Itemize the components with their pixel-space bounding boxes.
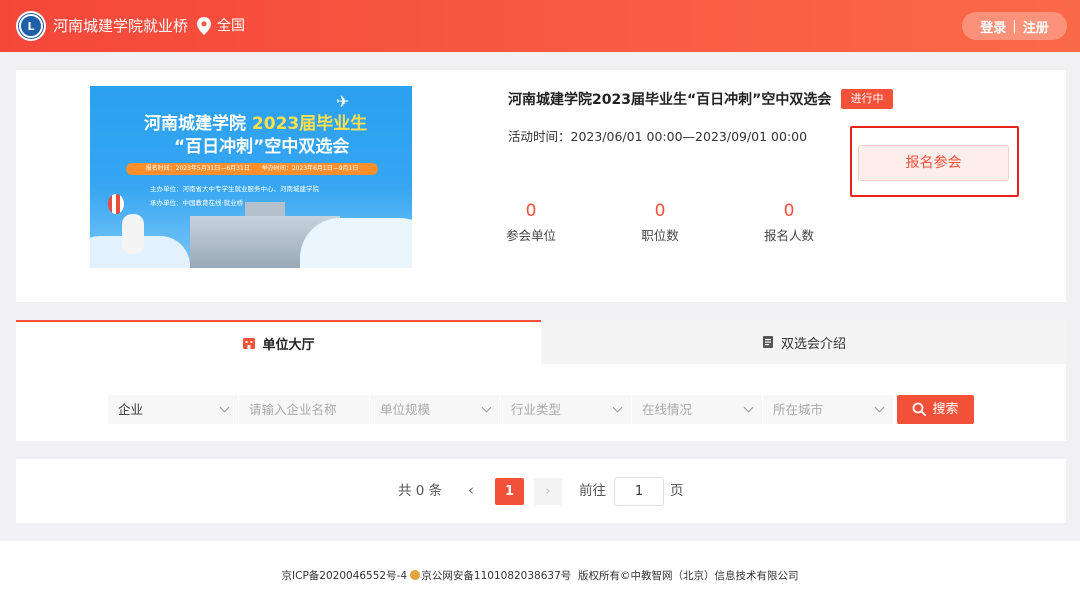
status-badge: 进行中	[841, 89, 893, 109]
stat-label: 职位数	[641, 228, 679, 243]
stat-positions: 0 职位数	[625, 200, 695, 245]
goto-label: 前往	[579, 483, 606, 499]
online-status-select[interactable]: 在线情况	[632, 395, 763, 424]
pagination-panel: 共 0 条 ‹ 1 › 前往 页	[16, 459, 1066, 523]
city-placeholder: 所在城市	[773, 402, 824, 417]
search-label: 搜索	[932, 402, 959, 417]
unit-type-select[interactable]: 企业	[108, 395, 239, 424]
tab-bar: 单位大厅 双选会介绍	[16, 320, 1066, 364]
site-title[interactable]: 河南城建学院就业桥	[53, 16, 188, 36]
building-icon	[243, 338, 256, 349]
top-navigation-bar: L 河南城建学院就业桥 全国 登录 | 注册	[0, 0, 1080, 52]
company-scale-select[interactable]: 单位规模	[370, 395, 501, 424]
banner-cloud	[300, 218, 412, 268]
document-icon	[762, 336, 773, 348]
banner-balloon-icon	[108, 194, 124, 214]
company-scale-placeholder: 单位规模	[380, 402, 431, 417]
banner-organizer: 承办单位：中国教育在线·就业桥	[150, 199, 244, 207]
chevron-down-icon	[481, 402, 492, 413]
chevron-down-icon	[874, 402, 885, 413]
search-icon	[913, 402, 927, 416]
icp-link[interactable]: 京ICP备2020046552号-4	[282, 570, 408, 582]
stat-label: 参会单位	[505, 228, 556, 243]
current-page-button[interactable]: 1	[495, 478, 524, 505]
footer: 京ICP备2020046552号-4 京公网安备11010820386​37号 …	[0, 541, 1080, 593]
event-title: 河南城建学院2023届毕业生“百日冲刺”空中双选会	[508, 92, 832, 108]
stat-value: 0	[654, 201, 666, 221]
auth-separator: |	[1012, 18, 1017, 34]
banner-dates: 报名时间：2023年5月31日—6月31日 举办时间：2023年6月1日—9月1…	[126, 163, 378, 175]
police-badge-icon	[410, 570, 421, 580]
stat-value: 0	[783, 201, 795, 221]
chevron-down-icon	[219, 402, 230, 413]
banner-school-name: 河南城建学院	[144, 114, 246, 134]
city-select[interactable]: 所在城市	[763, 395, 894, 424]
location-pin-icon[interactable]	[197, 17, 211, 35]
footer-text: 京ICP备2020046552号-4 京公网安备11010820386​37号 …	[0, 569, 1080, 583]
banner-bird-icon: ✈	[336, 92, 350, 111]
industry-type-placeholder: 行业类型	[511, 402, 562, 417]
tab-label: 双选会介绍	[780, 336, 846, 352]
chevron-down-icon	[612, 402, 623, 413]
copyright-text: 版权所有©中教智网（北京）信息技术有限公司	[577, 570, 799, 582]
banner-title-line1: 河南城建学院 2023届毕业生	[144, 113, 374, 135]
search-button[interactable]: 搜索	[897, 395, 974, 424]
location-selector[interactable]: 全国	[217, 16, 245, 36]
event-banner-image[interactable]: ✈ 河南城建学院 2023届毕业生 “百日冲刺”空中双选会 报名时间：2023年…	[90, 86, 412, 268]
goto-page-input[interactable]	[614, 477, 664, 506]
stat-value: 0	[525, 201, 537, 221]
login-link[interactable]: 登录	[980, 17, 1006, 36]
auth-links: 登录 | 注册	[962, 12, 1067, 40]
filter-panel: 企业 请输入企业名称 单位规模 行业类型 在线情况 所在城市 搜索	[16, 364, 1066, 441]
police-record-link[interactable]: 京公网安备11010820386​37号	[421, 570, 571, 582]
school-logo[interactable]: L	[16, 11, 46, 41]
company-name-input[interactable]: 请输入企业名称	[239, 395, 370, 424]
page-suffix: 页	[670, 483, 684, 499]
stat-registrants: 0 报名人数	[754, 200, 824, 245]
tab-event-intro[interactable]: 双选会介绍	[541, 320, 1066, 364]
banner-host: 主办单位：河南省大中专学生就业服务中心、河南城建学院	[150, 185, 319, 193]
register-event-button[interactable]: 报名参会	[858, 145, 1009, 181]
chevron-down-icon	[743, 402, 754, 413]
total-count: 共 0 条	[398, 483, 443, 499]
stat-label: 报名人数	[763, 228, 814, 243]
event-info-card: ✈ 河南城建学院 2023届毕业生 “百日冲刺”空中双选会 报名时间：2023年…	[16, 70, 1066, 302]
register-link[interactable]: 注册	[1023, 17, 1049, 36]
tab-label: 单位大厅	[262, 337, 315, 353]
online-status-placeholder: 在线情况	[642, 402, 693, 417]
unit-type-value: 企业	[118, 402, 144, 417]
tab-company-hall[interactable]: 单位大厅	[16, 320, 541, 364]
prev-page-button[interactable]: ‹	[464, 480, 478, 502]
banner-title-line2: “百日冲刺”空中双选会	[174, 137, 350, 157]
banner-year-text: 2023届毕业生	[251, 114, 368, 134]
event-time: 活动时间：2023/06/01 00:00—2023/09/01 00:00	[508, 129, 808, 144]
industry-type-select[interactable]: 行业类型	[501, 395, 632, 424]
banner-graduate-figure	[122, 214, 144, 254]
logo-emblem-icon: L	[19, 14, 43, 38]
next-page-button[interactable]: ›	[534, 478, 562, 505]
stat-participating-units: 0 参会单位	[496, 200, 566, 245]
